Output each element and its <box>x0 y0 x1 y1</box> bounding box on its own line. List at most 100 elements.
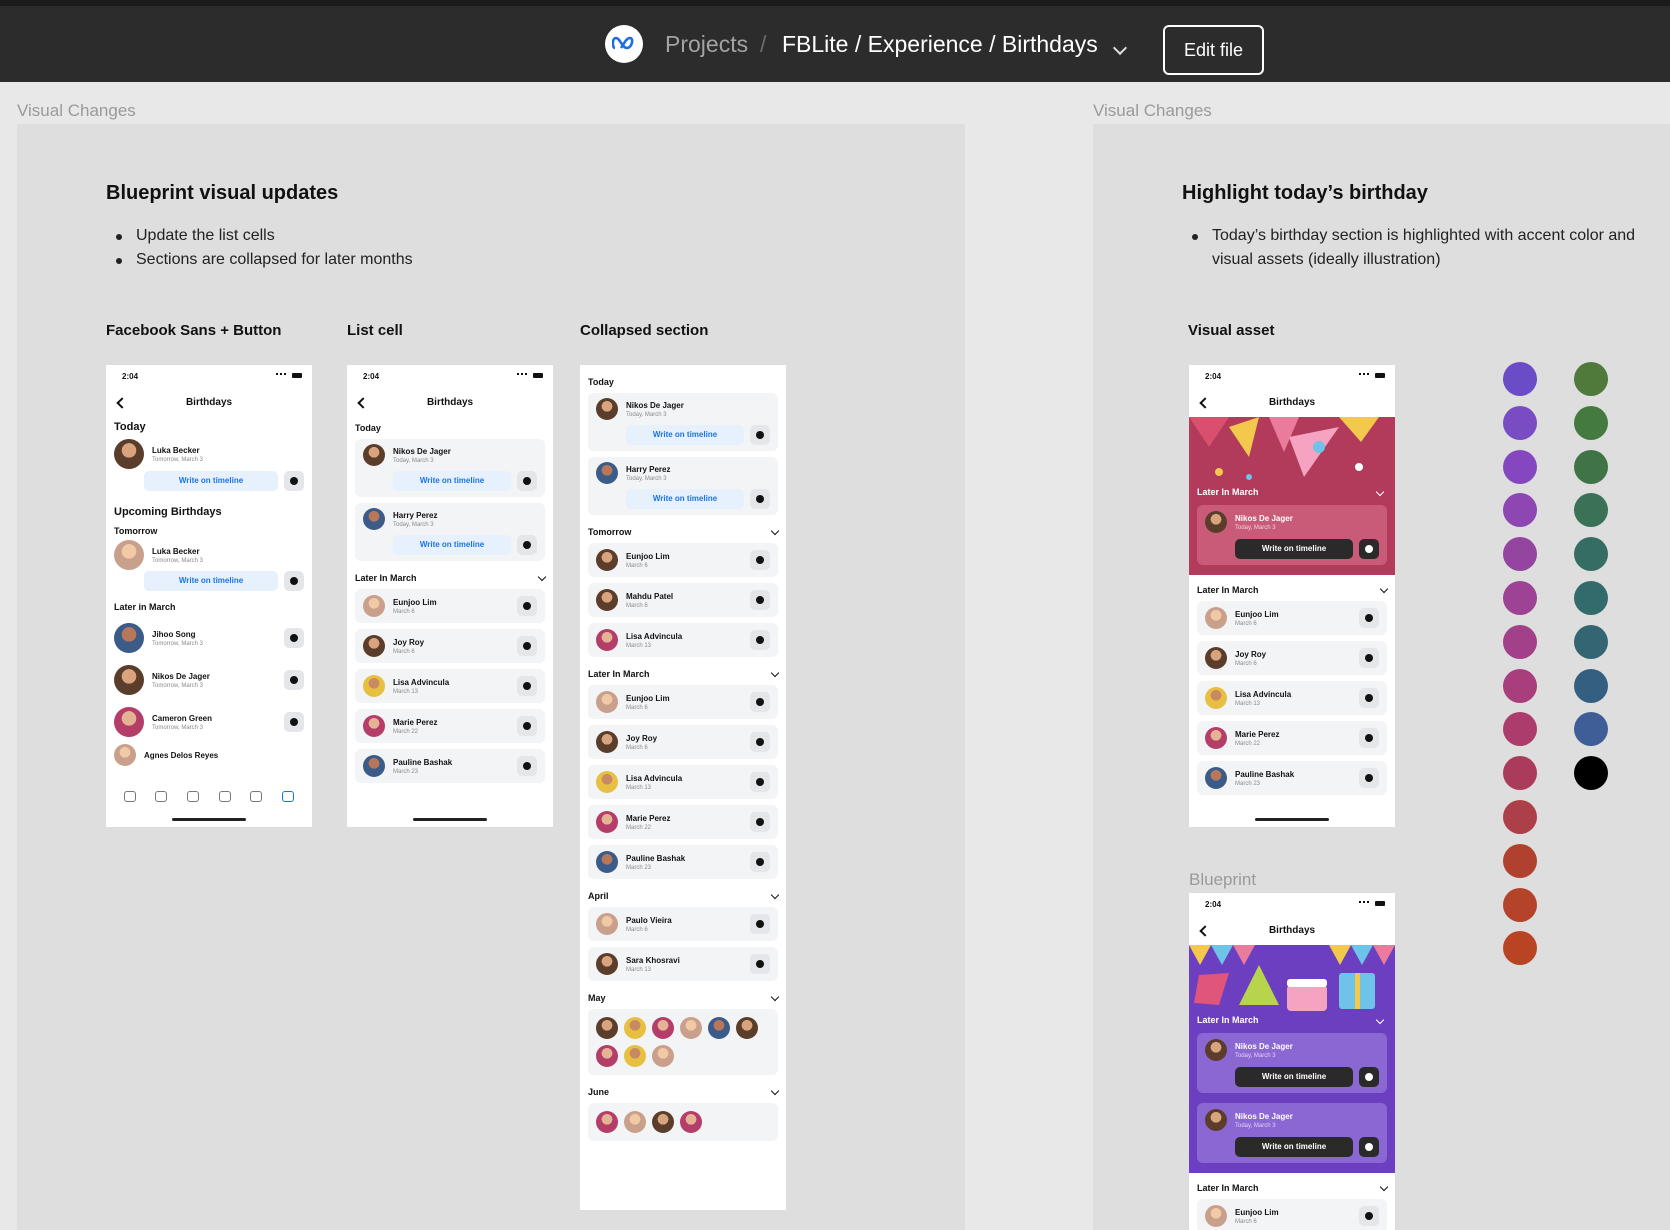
section-header-later[interactable]: Later In March <box>347 567 553 589</box>
messenger-icon[interactable] <box>517 471 537 491</box>
messenger-icon[interactable] <box>750 425 770 445</box>
messenger-icon[interactable] <box>517 756 537 776</box>
chevron-down-icon[interactable] <box>770 992 780 1001</box>
messenger-icon[interactable] <box>750 812 770 832</box>
list-item[interactable]: Nikos De Jager Tomorrow, March 3 <box>106 659 312 701</box>
list-item[interactable]: Pauline Bashak March 23 <box>588 845 778 879</box>
avatar[interactable] <box>652 1017 674 1039</box>
messenger-icon[interactable] <box>284 712 304 732</box>
list-item[interactable]: Harry Perez Today, March 3 <box>588 457 778 489</box>
hero-card[interactable]: Nikos De Jager Today, March 3 Write on ti… <box>1197 505 1387 565</box>
home-icon[interactable] <box>123 790 136 802</box>
messenger-icon[interactable] <box>750 489 770 509</box>
messenger-icon[interactable] <box>750 914 770 934</box>
list-item[interactable]: Eunjoo Lim March 6 <box>588 685 778 719</box>
messenger-icon[interactable] <box>517 636 537 656</box>
write-on-timeline-button[interactable]: Write on timeline <box>144 571 278 591</box>
list-item[interactable]: Luka Becker Tomorrow, March 3 <box>106 437 312 471</box>
hero-card[interactable]: Nikos De Jager Today, March 3 Write on ti… <box>1197 1033 1387 1093</box>
write-on-timeline-button[interactable]: Write on timeline <box>1235 1067 1353 1087</box>
color-swatch[interactable] <box>1574 537 1608 572</box>
menu-icon[interactable] <box>282 790 295 802</box>
messenger-icon[interactable] <box>1359 768 1379 788</box>
list-item[interactable]: Eunjoo Lim March 6 <box>1197 601 1387 635</box>
section-header-tomorrow[interactable]: Tomorrow <box>580 521 786 543</box>
meta-logo-icon[interactable] <box>605 25 643 63</box>
list-item[interactable]: Nikos De Jager Today, March 3 <box>355 439 545 471</box>
list-item[interactable]: Luka Becker Tomorrow, March 3 <box>106 539 312 571</box>
avatar[interactable] <box>596 1045 618 1067</box>
messenger-icon[interactable] <box>1359 728 1379 748</box>
messenger-icon[interactable] <box>750 954 770 974</box>
chevron-down-icon[interactable] <box>1379 1182 1389 1191</box>
color-swatch[interactable] <box>1503 405 1537 440</box>
color-swatch[interactable] <box>1503 756 1537 791</box>
breadcrumb-projects[interactable]: Projects <box>665 31 748 58</box>
messenger-icon[interactable] <box>284 471 304 491</box>
color-swatch[interactable] <box>1503 449 1537 484</box>
chevron-down-icon[interactable] <box>1112 40 1128 56</box>
back-arrow-icon[interactable] <box>1199 925 1211 937</box>
back-arrow-icon[interactable] <box>116 397 128 409</box>
write-on-timeline-button[interactable]: Write on timeline <box>393 535 511 555</box>
avatar[interactable] <box>680 1017 702 1039</box>
list-item[interactable]: Marie Perez March 22 <box>1197 721 1387 755</box>
list-item[interactable]: Marie Perez March 22 <box>355 709 545 743</box>
list-item[interactable]: Joy Roy March 6 <box>588 725 778 759</box>
avatar[interactable] <box>680 1111 702 1133</box>
list-item[interactable]: Lisa Advincula March 13 <box>588 765 778 799</box>
messenger-icon[interactable] <box>1359 648 1379 668</box>
avatar[interactable] <box>624 1111 646 1133</box>
avatar[interactable] <box>596 1017 618 1039</box>
messenger-icon[interactable] <box>1359 688 1379 708</box>
color-swatch[interactable] <box>1574 756 1608 791</box>
news-icon[interactable] <box>218 790 231 802</box>
avatar[interactable] <box>736 1017 758 1039</box>
color-swatch[interactable] <box>1503 362 1537 396</box>
list-item[interactable]: Agnes Delos Reyes <box>106 743 312 767</box>
avatar[interactable] <box>652 1045 674 1067</box>
write-on-timeline-button[interactable]: Write on timeline <box>1235 539 1353 559</box>
write-on-timeline-button[interactable]: Write on timeline <box>144 471 278 491</box>
write-on-timeline-button[interactable]: Write on timeline <box>1235 1137 1353 1157</box>
color-swatch[interactable] <box>1503 581 1537 615</box>
color-swatch[interactable] <box>1503 624 1537 659</box>
color-swatch[interactable] <box>1503 800 1537 834</box>
messenger-icon[interactable] <box>517 596 537 616</box>
avatar[interactable] <box>624 1017 646 1039</box>
chevron-down-icon[interactable] <box>537 572 547 581</box>
messenger-icon[interactable] <box>1359 1137 1379 1157</box>
bell-icon[interactable] <box>250 790 263 802</box>
messenger-icon[interactable] <box>517 716 537 736</box>
list-item[interactable]: Paulo Vieira March 6 <box>588 907 778 941</box>
section-header-later[interactable]: Later In March <box>580 663 786 685</box>
color-swatch[interactable] <box>1574 449 1608 484</box>
list-item[interactable]: Eunjoo Lim March 6 <box>1197 1199 1387 1230</box>
messenger-icon[interactable] <box>1359 1067 1379 1087</box>
messenger-icon[interactable] <box>750 630 770 650</box>
list-item[interactable]: Joy Roy March 6 <box>355 629 545 663</box>
avatar[interactable] <box>624 1045 646 1067</box>
messenger-icon[interactable] <box>1359 539 1379 559</box>
list-item[interactable]: Marie Perez March 22 <box>588 805 778 839</box>
avatar[interactable] <box>708 1017 730 1039</box>
write-on-timeline-button[interactable]: Write on timeline <box>626 425 744 445</box>
messenger-icon[interactable] <box>750 772 770 792</box>
list-item[interactable]: Cameron Green Tomorrow, March 3 <box>106 701 312 743</box>
breadcrumb-file-path[interactable]: FBLite / Experience / Birthdays <box>782 31 1098 58</box>
edit-file-button[interactable]: Edit file <box>1163 25 1264 75</box>
color-swatch[interactable] <box>1574 624 1608 659</box>
color-swatch[interactable] <box>1503 668 1537 703</box>
list-item[interactable]: Pauline Bashak March 23 <box>355 749 545 783</box>
list-item[interactable]: Pauline Bashak March 23 <box>1197 761 1387 795</box>
list-item[interactable]: Jihoo Song Tomorrow, March 3 <box>106 617 312 659</box>
chevron-down-icon[interactable] <box>1379 584 1389 593</box>
back-arrow-icon[interactable] <box>1199 397 1211 409</box>
list-item[interactable]: Lisa Advincula March 13 <box>1197 681 1387 715</box>
messenger-icon[interactable] <box>1359 1206 1379 1226</box>
messenger-icon[interactable] <box>517 676 537 696</box>
messenger-icon[interactable] <box>517 535 537 555</box>
messenger-icon[interactable] <box>750 732 770 752</box>
messenger-icon[interactable] <box>750 692 770 712</box>
section-header-later[interactable]: Later In March <box>1189 579 1395 601</box>
